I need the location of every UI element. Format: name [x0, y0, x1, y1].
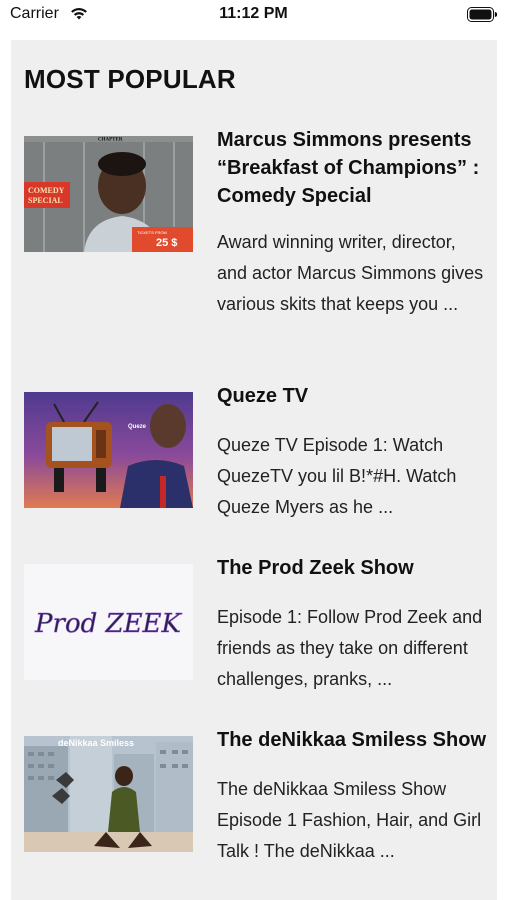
- item-description: Queze TV Episode 1: Watch QuezeTV you li…: [217, 435, 457, 517]
- poster-logo: Prod ZEEK: [34, 609, 183, 639]
- item-thumbnail[interactable]: deNikkaa Smiless: [24, 736, 193, 852]
- poster-label: Queze: [128, 424, 147, 430]
- section-title: MOST POPULAR: [24, 64, 236, 94]
- item-thumbnail[interactable]: Queze: [24, 392, 193, 508]
- item-title[interactable]: Marcus Simmons presents “Breakfast of Ch…: [217, 126, 487, 210]
- item-title[interactable]: The Prod Zeek Show: [217, 554, 487, 582]
- status-time: 11:12 PM: [219, 5, 288, 22]
- denikkaa-poster: deNikkaa Smiless: [24, 736, 193, 852]
- item-title[interactable]: Queze TV: [217, 382, 487, 410]
- poster-badge-line1: COMEDY: [28, 186, 65, 195]
- poster-price: 25 $: [156, 237, 177, 249]
- item-title[interactable]: The deNikkaa Smiless Show: [217, 726, 487, 754]
- status-bar: Carrier 11:12 PM: [0, 0, 507, 32]
- poster-badge-line2: SPECIAL: [28, 196, 63, 205]
- poster-header: CHAPTER: [98, 138, 123, 143]
- item-description: Episode 1: Follow Prod Zeek and friends …: [217, 607, 483, 689]
- item-thumbnail[interactable]: COMEDY SPECIAL CHAPTER TICKETS FROM 25 $: [24, 136, 193, 252]
- poster-label: deNikkaa Smiless: [58, 738, 134, 748]
- item-description: The deNikkaa Smiless Show Episode 1 Fash…: [217, 779, 482, 861]
- poster-ticket-label: TICKETS FROM: [137, 230, 167, 235]
- prod-zeek-poster: Prod ZEEK: [24, 564, 193, 680]
- comedy-special-poster: COMEDY SPECIAL CHAPTER TICKETS FROM 25 $: [24, 136, 193, 252]
- item-thumbnail[interactable]: Prod ZEEK: [24, 564, 193, 680]
- item-description: Award winning writer, director, and acto…: [217, 232, 484, 314]
- queze-tv-poster: Queze: [24, 392, 193, 508]
- most-popular-panel: MOST POPULAR COMEDY SPECIAL CHAPTER TICK…: [11, 40, 497, 900]
- battery-icon: [467, 7, 497, 22]
